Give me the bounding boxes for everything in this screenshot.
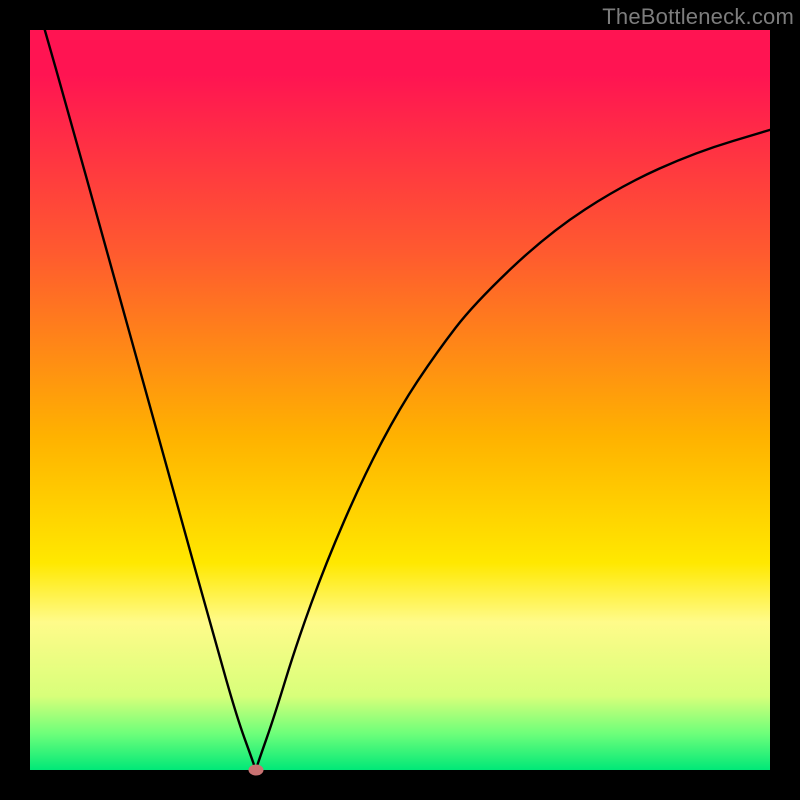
plot-area — [30, 30, 770, 770]
chart-frame: TheBottleneck.com — [0, 0, 800, 800]
optimum-marker — [248, 765, 263, 776]
watermark-text: TheBottleneck.com — [602, 4, 794, 30]
bottleneck-curve — [30, 30, 770, 770]
